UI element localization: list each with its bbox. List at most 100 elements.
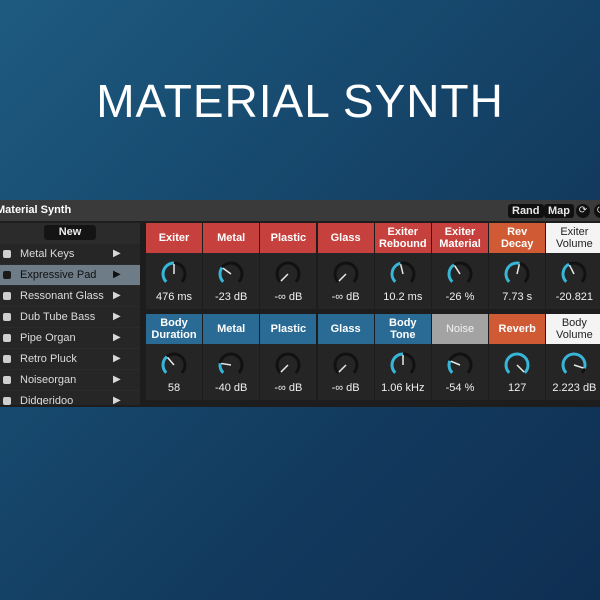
param-label[interactable]: Metal xyxy=(203,314,260,344)
play-arrow-icon[interactable]: ▶ xyxy=(113,265,121,285)
param-cell: Exiter Rebound 10.2 ms xyxy=(374,223,431,309)
play-arrow-icon[interactable]: ▶ xyxy=(113,286,121,306)
knob-dial[interactable] xyxy=(388,350,418,378)
preset-item[interactable]: Noiseorgan ▶ xyxy=(0,370,140,390)
param-label[interactable]: Rev Decay xyxy=(489,223,546,253)
param-cell: Plastic -∞ dB xyxy=(260,223,317,309)
param-label[interactable]: Reverb xyxy=(489,314,546,344)
preset-label: Expressive Pad xyxy=(20,269,97,281)
param-cell: Exiter Material -26 % xyxy=(432,223,488,309)
rand-button[interactable]: Rand xyxy=(508,204,544,218)
param-value: 127 xyxy=(508,382,527,394)
material-synth-device: Material Synth Rand Map ⟳ ⏻ New Metal Ke… xyxy=(0,200,600,407)
preset-item[interactable]: Pipe Organ ▶ xyxy=(0,328,140,348)
param-cell: Rev Decay 7.73 s xyxy=(489,223,546,309)
param-label[interactable]: Body Tone xyxy=(374,314,431,344)
param-label[interactable]: Plastic xyxy=(260,223,317,253)
preset-browser: New Metal Keys ▶ Expressive Pad ▶ Ressonant … xyxy=(0,223,140,405)
map-button[interactable]: Map xyxy=(544,204,574,218)
knob-dial[interactable] xyxy=(216,259,246,287)
param-value: 476 ms xyxy=(155,291,193,303)
preset-file-icon xyxy=(3,355,11,363)
knob-dial[interactable] xyxy=(445,259,475,287)
preset-item[interactable]: Ressonant Glass ▶ xyxy=(0,286,140,306)
knob-value-arc xyxy=(218,363,225,374)
param-label[interactable]: Body Volume xyxy=(546,314,600,344)
knob-dial[interactable] xyxy=(159,350,189,378)
preset-list: Metal Keys ▶ Expressive Pad ▶ Ressonant Glas… xyxy=(0,244,140,405)
preset-file-icon xyxy=(3,271,11,279)
knob-dial[interactable] xyxy=(331,350,361,378)
knob-dial[interactable] xyxy=(502,259,532,287)
preset-label: Noiseorgan xyxy=(20,374,77,386)
param-cell: Body Tone 1.06 kHz xyxy=(374,314,431,400)
knob-needle xyxy=(454,265,461,275)
knob-dial[interactable] xyxy=(273,259,303,287)
power-icon[interactable]: ⏻ xyxy=(594,204,600,218)
param-label[interactable]: Glass xyxy=(317,223,374,253)
play-arrow-icon[interactable]: ▶ xyxy=(113,307,121,327)
param-label[interactable]: Exiter Material xyxy=(432,223,488,253)
knob-dial[interactable] xyxy=(559,259,589,287)
knob-dial[interactable] xyxy=(388,259,418,287)
device-titlebar: Material Synth Rand Map ⟳ ⏻ xyxy=(0,201,600,221)
param-value: -∞ dB xyxy=(331,291,360,303)
knob-track xyxy=(333,261,359,283)
knob-dial[interactable] xyxy=(159,259,189,287)
device-title: Material Synth xyxy=(0,204,72,216)
param-value: -26 % xyxy=(445,291,475,303)
param-value: 1.06 kHz xyxy=(381,382,425,394)
play-arrow-icon[interactable]: ▶ xyxy=(113,349,121,369)
knob-needle xyxy=(450,360,461,366)
param-label[interactable]: Plastic xyxy=(260,314,317,344)
param-label[interactable]: Exiter Volume xyxy=(546,223,600,253)
preset-item[interactable]: Expressive Pad ▶ xyxy=(0,265,140,285)
preset-file-icon xyxy=(3,292,11,300)
param-cell: Metal -23 dB xyxy=(203,223,260,309)
preset-label: Metal Keys xyxy=(20,248,75,260)
param-cell: Exiter 476 ms xyxy=(146,223,202,309)
preset-file-icon xyxy=(3,250,11,258)
param-cell: Plastic -∞ dB xyxy=(260,314,317,400)
param-value: 2.223 dB xyxy=(552,382,597,394)
play-arrow-icon[interactable]: ▶ xyxy=(113,328,121,348)
param-label[interactable]: Body Duration xyxy=(146,314,202,344)
preset-label: Pipe Organ xyxy=(20,332,76,344)
preset-item[interactable]: Dub Tube Bass ▶ xyxy=(0,307,140,327)
param-label[interactable]: Exiter Rebound xyxy=(374,223,431,253)
knob-needle xyxy=(337,273,347,282)
knob-dial[interactable] xyxy=(559,350,589,378)
knob-needle xyxy=(574,364,585,369)
knob-dial[interactable] xyxy=(331,259,361,287)
preset-file-icon xyxy=(3,334,11,342)
param-cell: Metal -40 dB xyxy=(203,314,260,400)
param-value: -40 dB xyxy=(214,382,248,394)
play-arrow-icon[interactable]: ▶ xyxy=(113,244,121,264)
play-arrow-icon[interactable]: ▶ xyxy=(113,370,121,390)
play-arrow-icon[interactable]: ▶ xyxy=(113,391,121,405)
preset-item[interactable]: Didgeridoo ▶ xyxy=(0,391,140,405)
knob-track xyxy=(275,261,301,283)
preset-item[interactable]: Metal Keys ▶ xyxy=(0,244,140,264)
preset-item[interactable]: Retro Pluck ▶ xyxy=(0,349,140,369)
knob-dial[interactable] xyxy=(216,350,246,378)
param-label[interactable]: Noise xyxy=(432,314,488,344)
knob-dial[interactable] xyxy=(445,350,475,378)
knob-needle xyxy=(221,362,232,366)
knob-value-arc xyxy=(561,262,571,283)
knob-value-arc xyxy=(390,261,401,283)
param-label[interactable]: Metal xyxy=(203,223,260,253)
knob-needle xyxy=(516,264,521,275)
param-value: -∞ dB xyxy=(331,382,360,394)
hero-title: MATERIAL SYNTH xyxy=(96,75,504,127)
new-preset-button[interactable]: New xyxy=(44,225,96,240)
preset-label: Didgeridoo xyxy=(20,395,74,405)
knob-dial[interactable] xyxy=(273,350,303,378)
knob-dial[interactable] xyxy=(502,350,532,378)
param-label[interactable]: Exiter xyxy=(146,223,202,253)
param-label[interactable]: Glass xyxy=(317,314,374,344)
refresh-icon[interactable]: ⟳ xyxy=(576,204,590,218)
knob-needle xyxy=(280,273,289,282)
knob-value-arc xyxy=(447,263,456,283)
param-value: -20.821 xyxy=(555,291,594,303)
